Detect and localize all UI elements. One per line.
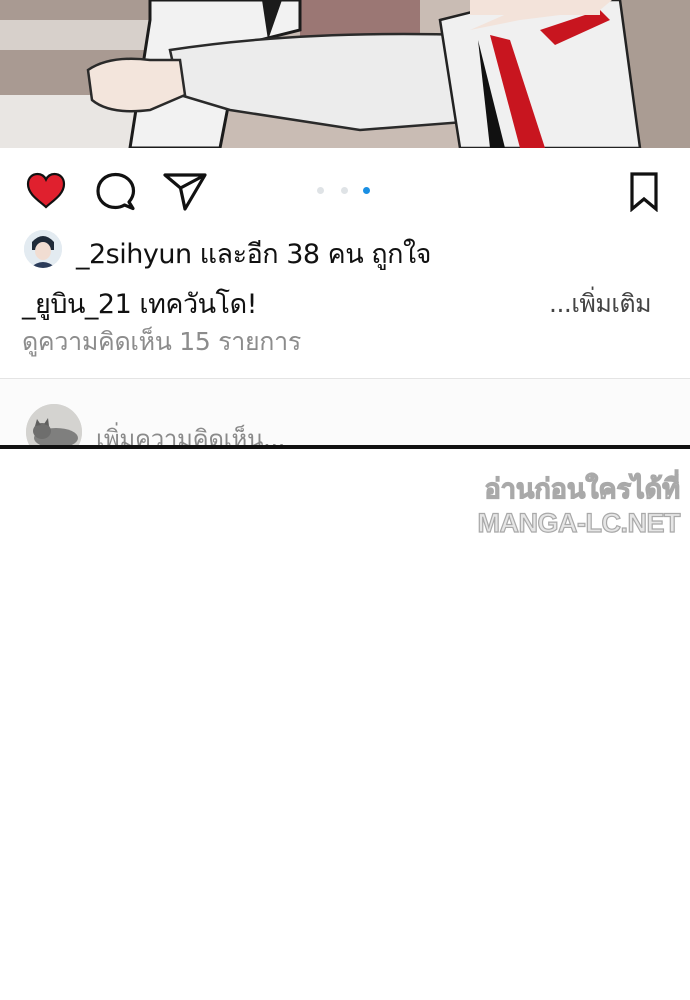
likes-text[interactable]: _2sihyun และอีก 38 คน ถูกใจ [76, 232, 431, 275]
carousel-dot [341, 187, 348, 194]
share-button[interactable] [163, 172, 207, 212]
likes-row[interactable]: _2sihyun และอีก 38 คน ถูกใจ [24, 228, 624, 270]
save-button[interactable] [629, 172, 659, 213]
carousel-dot-active [363, 187, 370, 194]
like-button[interactable] [26, 172, 66, 210]
avatar-image [24, 230, 62, 268]
more-link[interactable]: ...เพิ่มเติม [549, 284, 652, 324]
watermark-line-2: MANGA-LC.NET [477, 507, 681, 538]
post-photo[interactable] [0, 0, 690, 148]
carousel-dot [317, 187, 324, 194]
photo-illustration [0, 0, 690, 148]
avatar [26, 404, 82, 446]
comment-button[interactable] [96, 172, 136, 212]
bookmark-icon [630, 172, 658, 213]
comment-icon [96, 172, 136, 211]
avatar[interactable] [24, 230, 62, 268]
panel-border [0, 445, 690, 449]
watermark: อ่านก่อนใครได้ที่ MANGA-LC.NET [420, 472, 681, 540]
watermark-line-1: อ่านก่อนใครได้ที่ [484, 473, 681, 504]
heart-icon [26, 172, 66, 209]
view-comments-link[interactable]: ดูความคิดเห็น 15 รายการ [22, 322, 301, 362]
post-caption: _ยูบิน_21 เทควันโด! [22, 289, 257, 320]
comment-input[interactable]: เพิ่มความคิดเห็น... [96, 419, 285, 446]
share-icon [163, 173, 207, 211]
cat-avatar-image [26, 404, 82, 446]
comment-bar: เพิ่มความคิดเห็น... [0, 379, 690, 446]
carousel-indicator [317, 187, 373, 195]
